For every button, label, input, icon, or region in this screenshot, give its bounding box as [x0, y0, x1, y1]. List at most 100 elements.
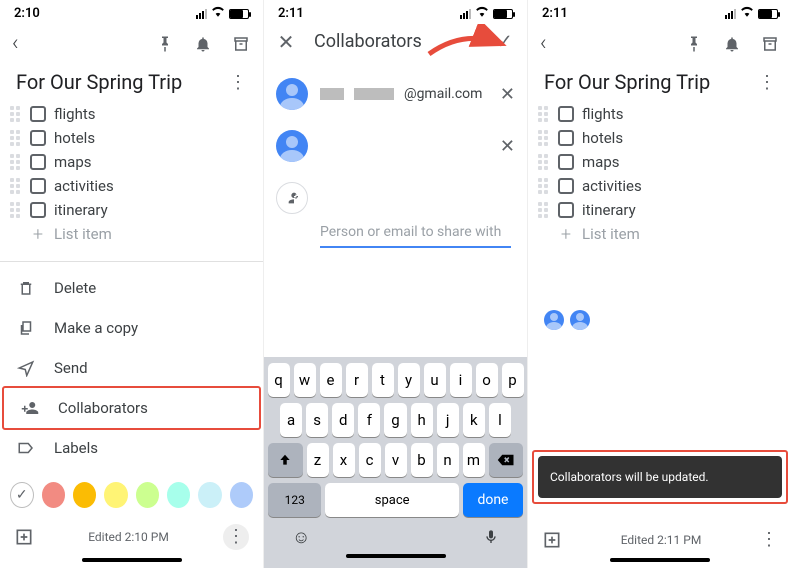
pin-icon[interactable]	[684, 34, 704, 54]
menu-copy[interactable]: Make a copy	[0, 308, 263, 348]
key-u[interactable]: u	[424, 363, 446, 397]
key-i[interactable]: i	[450, 363, 472, 397]
menu-labels[interactable]: Labels	[0, 428, 263, 468]
add-list-item[interactable]: +List item	[10, 222, 253, 246]
numbers-key[interactable]: 123	[268, 483, 321, 517]
note-title[interactable]: For Our Spring Trip	[16, 70, 182, 94]
list-item[interactable]: hotels	[10, 126, 253, 150]
drag-icon[interactable]	[538, 106, 550, 122]
back-button[interactable]: ‹	[12, 31, 19, 56]
avatar[interactable]	[570, 310, 590, 330]
checkbox[interactable]	[558, 202, 574, 218]
overflow-icon[interactable]	[760, 540, 778, 541]
color-swatch[interactable]: ✓	[10, 482, 34, 508]
avatar[interactable]	[544, 310, 564, 330]
note-title[interactable]: For Our Spring Trip	[544, 70, 710, 94]
key-y[interactable]: y	[398, 363, 420, 397]
share-input[interactable]: Person or email to share with	[320, 224, 511, 248]
drag-icon[interactable]	[538, 202, 550, 218]
drag-icon[interactable]	[10, 106, 22, 122]
key-t[interactable]: t	[372, 363, 394, 397]
archive-icon[interactable]	[760, 34, 780, 54]
key-x[interactable]: x	[333, 443, 355, 477]
list-item[interactable]: activities	[538, 174, 782, 198]
color-swatch[interactable]	[198, 482, 221, 508]
checkbox[interactable]	[30, 154, 46, 170]
checkbox[interactable]	[30, 130, 46, 146]
close-button[interactable]: ✕	[276, 32, 296, 52]
back-button[interactable]: ‹	[540, 31, 547, 56]
drag-icon[interactable]	[538, 154, 550, 170]
key-e[interactable]: e	[320, 363, 342, 397]
key-s[interactable]: s	[306, 403, 328, 437]
color-swatch[interactable]	[230, 482, 253, 508]
key-q[interactable]: q	[268, 363, 290, 397]
key-a[interactable]: a	[280, 403, 302, 437]
list-item[interactable]: flights	[10, 102, 253, 126]
drag-icon[interactable]	[10, 130, 22, 146]
add-collaborator-row[interactable]	[276, 172, 515, 224]
done-key[interactable]: done	[463, 483, 523, 517]
checkbox[interactable]	[30, 178, 46, 194]
checkbox[interactable]	[558, 154, 574, 170]
list-item[interactable]: activities	[10, 174, 253, 198]
reminder-icon[interactable]	[722, 34, 742, 54]
checkbox[interactable]	[558, 106, 574, 122]
reminder-icon[interactable]	[193, 34, 213, 54]
key-g[interactable]: g	[384, 403, 406, 437]
add-list-item[interactable]: +List item	[538, 222, 782, 246]
key-n[interactable]: n	[437, 443, 459, 477]
key-f[interactable]: f	[358, 403, 380, 437]
key-b[interactable]: b	[411, 443, 433, 477]
key-v[interactable]: v	[385, 443, 407, 477]
key-m[interactable]: m	[463, 443, 485, 477]
key-d[interactable]: d	[332, 403, 354, 437]
list-item[interactable]: itinerary	[10, 198, 253, 222]
key-k[interactable]: k	[463, 403, 485, 437]
remove-button[interactable]: ✕	[500, 136, 515, 157]
emoji-key[interactable]: ☺	[292, 527, 310, 552]
drag-icon[interactable]	[10, 202, 22, 218]
list-item[interactable]: itinerary	[538, 198, 782, 222]
drag-icon[interactable]	[538, 178, 550, 194]
list-item[interactable]: maps	[538, 150, 782, 174]
drag-icon[interactable]	[538, 130, 550, 146]
pin-icon[interactable]	[155, 34, 175, 54]
checkbox[interactable]	[558, 130, 574, 146]
key-w[interactable]: w	[294, 363, 316, 397]
color-swatch[interactable]	[167, 482, 190, 508]
mic-key[interactable]	[483, 527, 499, 552]
shift-key[interactable]	[268, 443, 303, 477]
archive-icon[interactable]	[231, 34, 251, 54]
key-j[interactable]: j	[437, 403, 459, 437]
menu-collaborators[interactable]: Collaborators	[2, 386, 261, 430]
key-r[interactable]: r	[346, 363, 368, 397]
key-p[interactable]: p	[502, 363, 524, 397]
checkbox[interactable]	[558, 178, 574, 194]
key-l[interactable]: l	[489, 403, 511, 437]
remove-button[interactable]: ✕	[500, 84, 515, 105]
add-box-icon[interactable]	[14, 527, 34, 547]
list-item[interactable]: flights	[538, 102, 782, 126]
color-swatch[interactable]	[73, 482, 96, 508]
checkbox[interactable]	[30, 202, 46, 218]
key-c[interactable]: c	[359, 443, 381, 477]
add-box-icon[interactable]	[542, 530, 562, 550]
checkbox[interactable]	[30, 106, 46, 122]
space-key[interactable]: space	[325, 483, 459, 517]
overflow-icon[interactable]	[223, 524, 249, 550]
drag-icon[interactable]	[10, 178, 22, 194]
menu-send[interactable]: Send	[0, 348, 263, 388]
backspace-key[interactable]	[489, 443, 524, 477]
list-item[interactable]: maps	[10, 150, 253, 174]
color-swatch[interactable]	[42, 482, 65, 508]
key-o[interactable]: o	[476, 363, 498, 397]
overflow-icon[interactable]	[229, 81, 247, 83]
key-h[interactable]: h	[411, 403, 433, 437]
color-swatch[interactable]	[136, 482, 159, 508]
overflow-icon[interactable]	[758, 81, 776, 83]
list-item[interactable]: hotels	[538, 126, 782, 150]
drag-icon[interactable]	[10, 154, 22, 170]
color-swatch[interactable]	[104, 482, 127, 508]
menu-delete[interactable]: Delete	[0, 268, 263, 308]
